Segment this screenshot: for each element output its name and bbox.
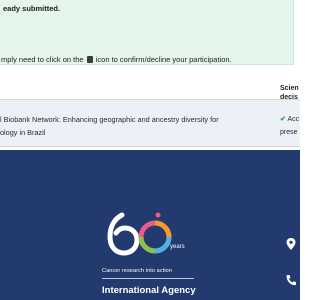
project-title[interactable]: l Biobank Network: Enhancing geographic … [0, 113, 270, 139]
footer-tagline: Cancer research into action [102, 268, 172, 274]
alert-text-after: icon to confirm/decline your participati… [95, 55, 232, 64]
decision-line2: prese [280, 129, 298, 136]
check-icon: ✔ [280, 116, 286, 123]
logo-years: years [170, 244, 185, 250]
iarc-60-logo-icon: years [107, 212, 185, 256]
footer-agency-name: International Agency [102, 285, 196, 296]
phone-icon [286, 275, 296, 286]
document-icon [86, 56, 93, 63]
alert-title: eady submitted. [3, 4, 61, 13]
footer-divider [102, 278, 194, 279]
project-title-line1: l Biobank Network: Enhancing geographic … [0, 115, 219, 124]
column-header-line1: Scien [280, 85, 299, 92]
project-title-line2: ology in Brazil [0, 128, 46, 137]
decision-cell: ✔ Acc prese [280, 113, 299, 139]
alert-text-before: mply need to click on the [1, 55, 84, 64]
success-alert: eady submitted. mply need to click on th… [0, 0, 294, 65]
alert-text: mply need to click on the icon to confir… [1, 55, 232, 64]
decision-line1: Acc [287, 116, 300, 123]
page: eady submitted. mply need to click on th… [0, 0, 300, 300]
location-pin-icon [286, 238, 296, 250]
